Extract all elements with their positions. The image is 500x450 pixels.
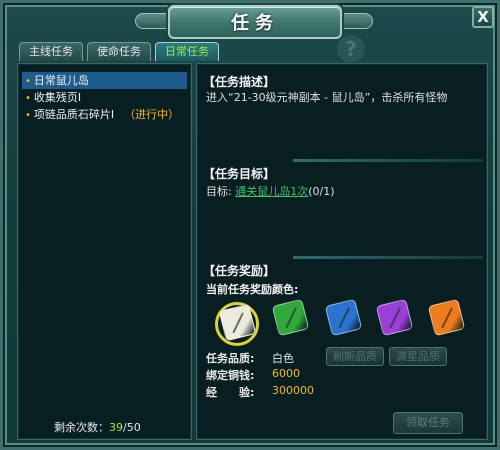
exp-label: 经 验:	[206, 386, 255, 399]
task-list-panel: • 日常鼠儿岛 • 收集残页Ⅰ • 项链品质石碎片Ⅰ （进行中） 剩余次数：39/50	[17, 63, 192, 440]
task-detail-panel: 【任务描述】 进入“21-30级元神副本 - 鼠儿岛”，击杀所有怪物 【任务目标…	[196, 63, 488, 440]
tab-mission-quest[interactable]: 使命任务	[87, 42, 151, 61]
goal-heading: 【任务目标】	[203, 167, 276, 181]
task-item-label: 项链品质石碎片Ⅰ	[33, 108, 115, 121]
reward-color-label: 当前任务奖励颜色:	[206, 283, 299, 296]
goal-prefix: 目标:	[206, 185, 232, 198]
tab-main-quest[interactable]: 主线任务	[19, 42, 83, 61]
goal-link[interactable]: 通关鼠儿岛1次	[235, 185, 308, 198]
task-status-badge: （进行中）	[124, 108, 180, 121]
task-list-item[interactable]: • 日常鼠儿岛	[22, 72, 187, 89]
money-value: 6000	[272, 367, 300, 380]
section-divider	[293, 159, 483, 162]
accept-task-button[interactable]: 领取任务	[393, 412, 463, 434]
bullet-icon: •	[25, 110, 31, 121]
quality-label: 任务品质:	[206, 352, 255, 365]
description-heading: 【任务描述】	[203, 75, 276, 89]
orange-gem-icon	[427, 298, 466, 337]
task-list-item[interactable]: • 收集残页Ⅰ	[22, 89, 187, 106]
remaining-total: /50	[123, 421, 141, 434]
remaining-label: 剩余次数：	[54, 421, 109, 434]
green-gem-icon	[271, 298, 310, 337]
remaining-count: 剩余次数：39/50	[54, 419, 141, 435]
section-divider	[293, 256, 483, 259]
task-list: • 日常鼠儿岛 • 收集残页Ⅰ • 项链品质石碎片Ⅰ （进行中）	[22, 72, 187, 123]
description-text: 进入“21-30级元神副本 - 鼠儿岛”，击杀所有怪物	[206, 91, 448, 104]
goal-progress: (0/1)	[308, 185, 335, 198]
money-label: 绑定铜钱:	[206, 369, 255, 382]
tab-daily-quest[interactable]: 日常任务	[155, 42, 219, 61]
blue-gem-icon	[324, 298, 363, 337]
help-icon: ?	[337, 35, 365, 63]
refresh-quality-button[interactable]: 刷新品质	[326, 347, 384, 366]
tab-bar: 主线任务 使命任务 日常任务	[19, 42, 219, 61]
window-title: 任务	[231, 13, 279, 34]
task-window: 任务 X ? 主线任务 使命任务 日常任务 • 日常鼠儿岛 • 收集残页Ⅰ • 项链品…	[0, 0, 500, 450]
bullet-icon: •	[25, 93, 31, 104]
task-list-item[interactable]: • 项链品质石碎片Ⅰ （进行中）	[22, 106, 187, 123]
goal-line: 目标: 通关鼠儿岛1次(0/1)	[206, 183, 335, 199]
bullet-icon: •	[25, 76, 31, 87]
task-item-label: 日常鼠儿岛	[33, 74, 89, 87]
title-plate: 任务	[168, 5, 342, 39]
task-item-label: 收集残页Ⅰ	[33, 91, 82, 104]
close-button[interactable]: X	[472, 6, 494, 28]
purple-gem-icon	[375, 298, 414, 337]
remaining-used: 39	[109, 421, 123, 434]
quality-value: 白色	[272, 352, 294, 365]
reward-heading: 【任务奖励】	[203, 264, 276, 278]
max-quality-button[interactable]: 满星品质	[389, 347, 447, 366]
exp-value: 300000	[272, 384, 314, 397]
